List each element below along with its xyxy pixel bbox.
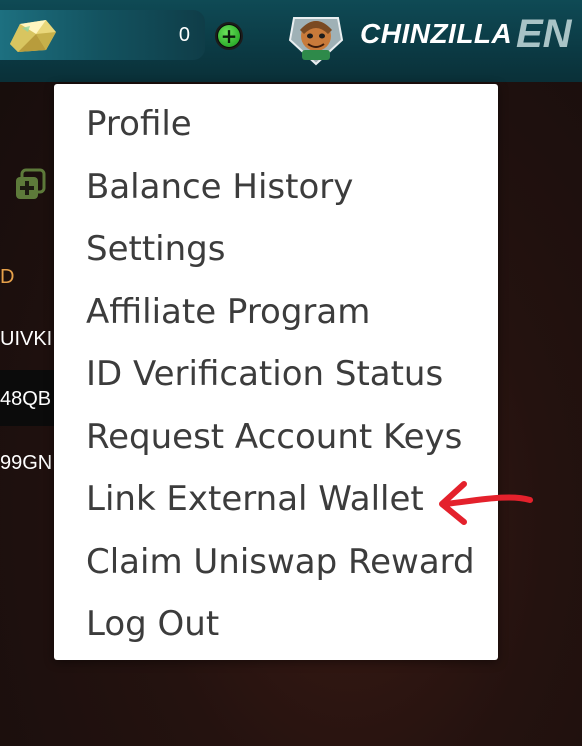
balance-value: 0: [178, 24, 190, 46]
top-bar: 0 + CHINZILLA EN: [0, 0, 582, 82]
menu-item-link-external-wallet[interactable]: Link External Wallet: [86, 479, 424, 519]
menu-item-affiliate-program[interactable]: Affiliate Program: [86, 292, 370, 332]
account-menu: Profile Balance History Settings Affilia…: [54, 84, 498, 660]
balance-display[interactable]: 0: [0, 10, 205, 60]
crystal-gem-icon: [10, 20, 56, 52]
menu-item-settings[interactable]: Settings: [86, 229, 225, 269]
annotation-arrow-icon: [439, 481, 533, 525]
menu-item-profile[interactable]: Profile: [86, 104, 192, 144]
menu-item-log-out[interactable]: Log Out: [86, 604, 219, 644]
add-funds-button[interactable]: +: [215, 22, 243, 50]
avatar[interactable]: [288, 10, 344, 66]
plus-circle-icon: +: [218, 25, 240, 47]
add-square-icon[interactable]: [14, 168, 48, 202]
menu-item-claim-uniswap-reward[interactable]: Claim Uniswap Reward: [86, 542, 475, 582]
username[interactable]: CHINZILLA: [360, 18, 512, 50]
bg-row-text: 48QB: [0, 388, 52, 410]
bg-row-text: UIVKI: [0, 328, 53, 350]
menu-item-balance-history[interactable]: Balance History: [86, 167, 353, 207]
bg-row-text: D: [0, 266, 15, 288]
language-toggle[interactable]: EN: [516, 12, 572, 57]
menu-item-request-account-keys[interactable]: Request Account Keys: [86, 417, 462, 457]
bg-row-text: 99GN: [0, 452, 53, 474]
menu-item-id-verification[interactable]: ID Verification Status: [86, 354, 443, 394]
